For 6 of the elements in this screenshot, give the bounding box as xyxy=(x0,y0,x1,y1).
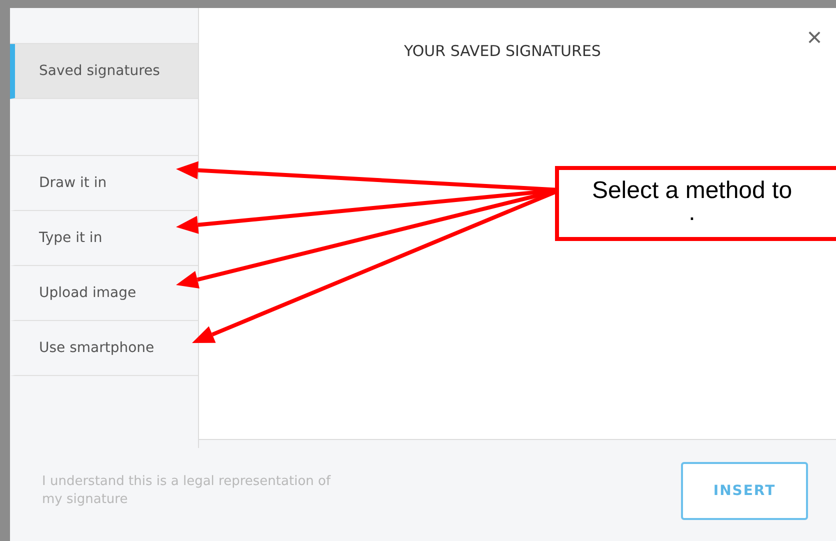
callout-text: . xyxy=(688,206,696,220)
callout-text: Select a method to xyxy=(592,176,792,206)
panel-title: YOUR SAVED SIGNATURES xyxy=(404,42,601,62)
legal-notice: I understand this is a legal representation of my signature xyxy=(42,472,332,508)
close-button[interactable]: × xyxy=(806,24,822,50)
sidebar-item[interactable]: Saved signatures xyxy=(10,44,198,99)
